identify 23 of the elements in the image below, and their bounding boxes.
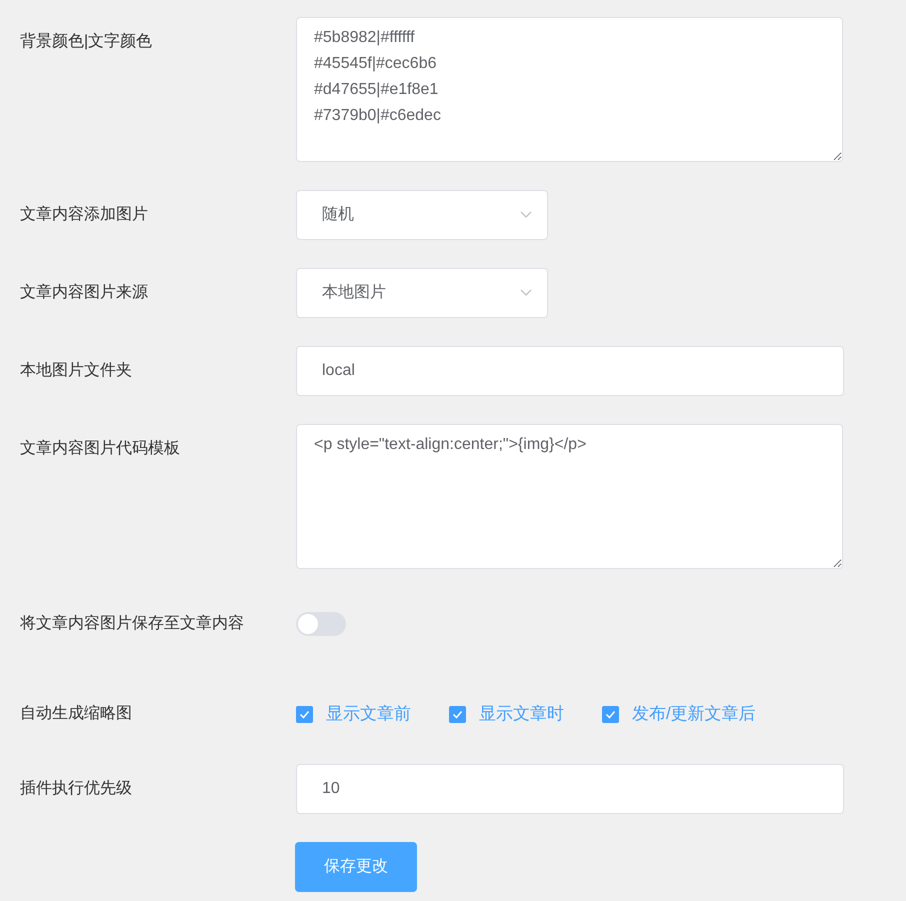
check-icon [605, 710, 616, 718]
field-label: 背景颜色|文字颜色 [20, 32, 152, 52]
field-label: 本地图片文件夹 [20, 360, 132, 381]
text-area[interactable]: #5b8982|#ffffff #45545f|#cec6b6 #d47655|#e1f8e1 #7379b0|#c6edec [296, 17, 843, 162]
input-field[interactable]: local [296, 346, 844, 396]
check-icon [452, 710, 463, 718]
checkbox[interactable] [602, 706, 619, 722]
field-label: 文章内容图片来源 [20, 282, 148, 303]
field-label: 将文章内容图片保存至文章内容 [20, 614, 244, 634]
field-label: 自动生成缩略图 [20, 704, 132, 724]
select-field[interactable]: 随机 [296, 190, 548, 240]
chevron-down-icon [520, 211, 532, 219]
check-icon [299, 710, 310, 718]
select-field[interactable]: 本地图片 [296, 268, 548, 318]
checkbox[interactable] [449, 706, 466, 722]
chevron-down-icon [520, 289, 532, 297]
input-field[interactable]: 10 [296, 764, 844, 814]
text-area[interactable]: <p style="text-align:center;">{img}</p> [296, 424, 843, 569]
field-label: 插件执行优先级 [20, 778, 132, 799]
field-label: 文章内容图片代码模板 [20, 438, 180, 459]
field-label: 文章内容添加图片 [20, 204, 148, 225]
toggle-switch[interactable] [296, 612, 346, 636]
checkbox[interactable] [296, 706, 313, 722]
